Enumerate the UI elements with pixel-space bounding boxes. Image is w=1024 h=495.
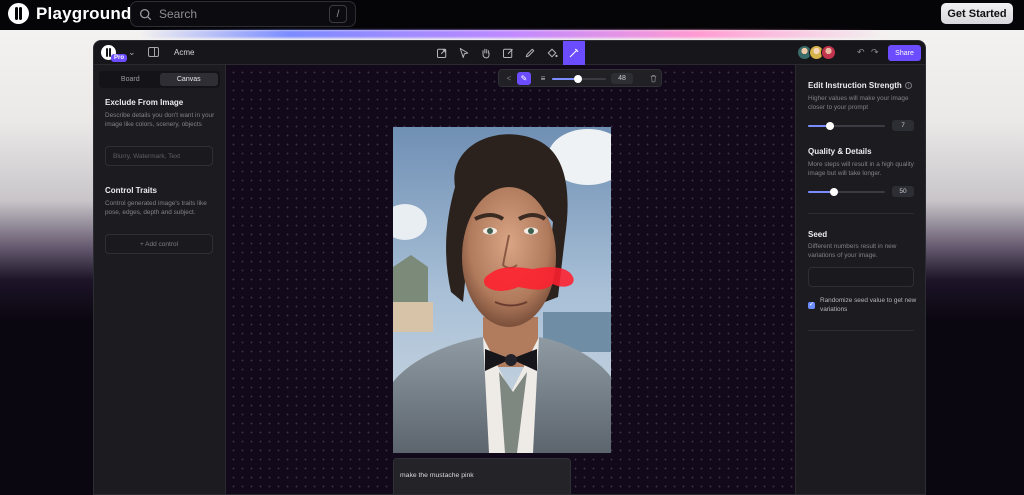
glow-divider xyxy=(140,30,884,38)
right-panel: Edit Instruction Strength i Higher values… xyxy=(795,65,925,494)
canvas-tools xyxy=(431,41,585,65)
prompt-text: make the mustache pink xyxy=(400,472,474,479)
search-shortcut-key: / xyxy=(329,5,347,23)
add-control-button[interactable]: + Add control xyxy=(105,234,213,254)
search-input[interactable] xyxy=(159,7,319,21)
quality-description: More steps will result in a high quality… xyxy=(808,161,914,178)
playground-logo-icon xyxy=(8,3,29,24)
strength-title: Edit Instruction Strength xyxy=(808,81,902,90)
brush-size-value[interactable]: 48 xyxy=(611,73,633,84)
left-panel: Board Canvas Exclude From Image Describe… xyxy=(94,65,226,494)
seed-input[interactable] xyxy=(815,273,907,281)
pencil-icon[interactable]: ✎ xyxy=(517,72,531,85)
import-icon[interactable] xyxy=(431,41,453,65)
brush-size-icon: ≡ xyxy=(540,74,546,83)
quality-slider[interactable] xyxy=(808,188,885,196)
share-node-icon[interactable]: < xyxy=(503,73,515,84)
view-switcher: Board Canvas xyxy=(99,71,220,88)
hand-icon[interactable] xyxy=(475,41,497,65)
slider-handle[interactable] xyxy=(825,122,834,130)
prompt-input[interactable]: make the mustache pink xyxy=(393,458,571,494)
site-header: Playground / Get Started xyxy=(0,0,1024,30)
divider xyxy=(808,330,914,331)
slider-handle[interactable] xyxy=(573,75,582,83)
control-traits-description: Control generated image's traits like po… xyxy=(105,200,207,217)
fill-icon[interactable] xyxy=(541,41,563,65)
site-search[interactable]: / xyxy=(130,1,356,27)
brush-icon[interactable] xyxy=(563,41,585,65)
redo-icon[interactable]: ↷ xyxy=(871,47,879,58)
get-started-button[interactable]: Get Started xyxy=(941,3,1013,24)
canvas[interactable]: < ✎ ≡ 48 make the mustache pink xyxy=(226,65,795,494)
editor-window: Pro ⌄ Acme ↶ ↷ Share Board Canvas Exclud… xyxy=(93,40,926,495)
info-icon[interactable]: i xyxy=(904,82,912,89)
trash-icon[interactable] xyxy=(647,73,659,84)
undo-icon[interactable]: ↶ xyxy=(857,47,865,58)
collaborator-avatars xyxy=(797,45,836,60)
seed-title: Seed xyxy=(808,230,828,239)
divider xyxy=(808,213,914,214)
randomize-seed-checkbox[interactable]: ✓ xyxy=(808,302,815,309)
search-icon xyxy=(139,8,152,20)
brand-name: Playground xyxy=(36,3,132,23)
brand-link[interactable]: Playground xyxy=(8,3,132,24)
exclude-description: Describe details you don't want in your … xyxy=(105,112,215,129)
chevron-down-icon[interactable]: ⌄ xyxy=(128,47,136,58)
portrait-image xyxy=(393,127,611,453)
seed-field[interactable] xyxy=(808,267,914,287)
edit-image-icon[interactable] xyxy=(497,41,519,65)
share-button[interactable]: Share xyxy=(888,45,921,61)
quality-value[interactable]: 50 xyxy=(892,186,914,197)
generated-image[interactable] xyxy=(393,127,611,453)
panel-toggle-icon[interactable] xyxy=(148,47,159,57)
project-name[interactable]: Acme xyxy=(174,48,194,57)
strength-value[interactable]: 7 xyxy=(892,120,914,131)
tab-canvas[interactable]: Canvas xyxy=(159,73,218,86)
brush-options-bar: < ✎ ≡ 48 xyxy=(498,69,662,87)
strength-slider[interactable] xyxy=(808,122,885,130)
strength-title-row: Edit Instruction Strength i xyxy=(808,81,912,90)
randomize-seed-label[interactable]: Randomize seed value to get new variatio… xyxy=(820,296,920,315)
tab-board[interactable]: Board xyxy=(101,73,160,86)
strength-description: Higher values will make your image close… xyxy=(808,95,909,112)
brush-size-slider[interactable] xyxy=(552,75,606,83)
select-icon[interactable] xyxy=(453,41,475,65)
quality-title: Quality & Details xyxy=(808,147,872,156)
avatar[interactable] xyxy=(821,45,836,60)
pro-badge: Pro xyxy=(111,54,128,62)
exclude-input[interactable] xyxy=(113,152,205,160)
exclude-field[interactable] xyxy=(105,146,213,166)
slider-handle[interactable] xyxy=(829,188,838,196)
editor-toolbar: Pro ⌄ Acme ↶ ↷ Share xyxy=(94,41,925,65)
control-traits-title: Control Traits xyxy=(105,186,158,195)
exclude-title: Exclude From Image xyxy=(105,98,184,107)
seed-description: Different numbers result in new variatio… xyxy=(808,243,897,260)
pen-icon[interactable] xyxy=(519,41,541,65)
